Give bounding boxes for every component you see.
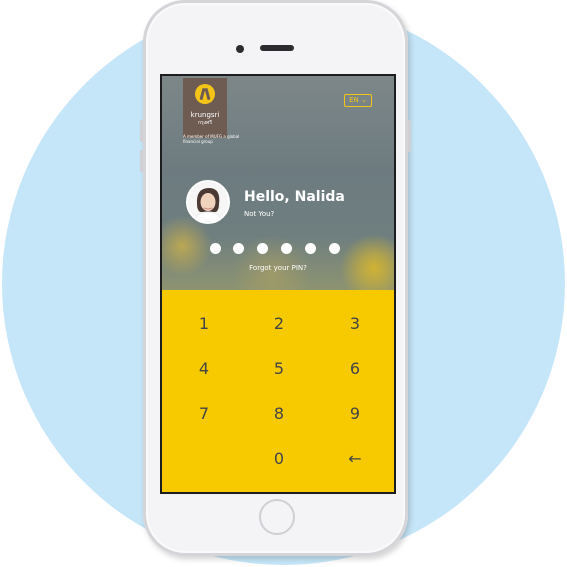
volume-down-button xyxy=(140,150,143,172)
avatar-portrait-icon xyxy=(188,182,228,222)
mufg-member-text: A member of MUFG a global financial grou… xyxy=(183,134,240,144)
key-1[interactable]: 1 xyxy=(174,306,234,342)
volume-up-button xyxy=(140,120,143,142)
pin-dot xyxy=(257,243,268,254)
login-header: krungsri กรุงศรี A member of MUFG a glob… xyxy=(162,76,394,290)
pin-keypad: 1 2 3 4 5 6 7 8 9 0 ← xyxy=(162,290,394,492)
greeting-text: Hello, Nalida xyxy=(244,189,345,205)
pin-dot xyxy=(305,243,316,254)
key-2[interactable]: 2 xyxy=(249,306,309,342)
chevron-down-icon: ⌄ xyxy=(361,96,367,104)
language-selector[interactable]: EN ⌄ xyxy=(344,94,372,107)
earpiece-speaker xyxy=(260,45,294,51)
forgot-pin-link[interactable]: Forgot your PIN? xyxy=(162,264,394,272)
key-6[interactable]: 6 xyxy=(325,351,385,387)
power-button xyxy=(408,120,411,152)
front-camera xyxy=(236,45,244,53)
app-screen: krungsri กรุงศรี A member of MUFG a glob… xyxy=(160,74,396,494)
key-9[interactable]: 9 xyxy=(325,396,385,432)
key-0[interactable]: 0 xyxy=(249,441,309,477)
user-avatar xyxy=(186,180,230,224)
pin-dot xyxy=(233,243,244,254)
logo-name: krungsri xyxy=(190,111,220,119)
krungsri-logo: krungsri กรุงศรี xyxy=(183,78,227,138)
key-7[interactable]: 7 xyxy=(174,396,234,432)
pin-dot xyxy=(281,243,292,254)
pin-dots xyxy=(210,243,350,255)
home-button[interactable] xyxy=(259,499,295,535)
backspace-arrow-icon[interactable]: ← xyxy=(325,441,385,477)
pin-dot xyxy=(329,243,340,254)
language-label: EN xyxy=(349,96,359,104)
pin-dot xyxy=(210,243,221,254)
key-3[interactable]: 3 xyxy=(325,306,385,342)
key-8[interactable]: 8 xyxy=(249,396,309,432)
key-5[interactable]: 5 xyxy=(249,351,309,387)
key-4[interactable]: 4 xyxy=(174,351,234,387)
logo-name-thai: กรุงศรี xyxy=(197,120,212,126)
not-you-link[interactable]: Not You? xyxy=(244,210,274,218)
krungsri-emblem-icon xyxy=(195,84,215,104)
